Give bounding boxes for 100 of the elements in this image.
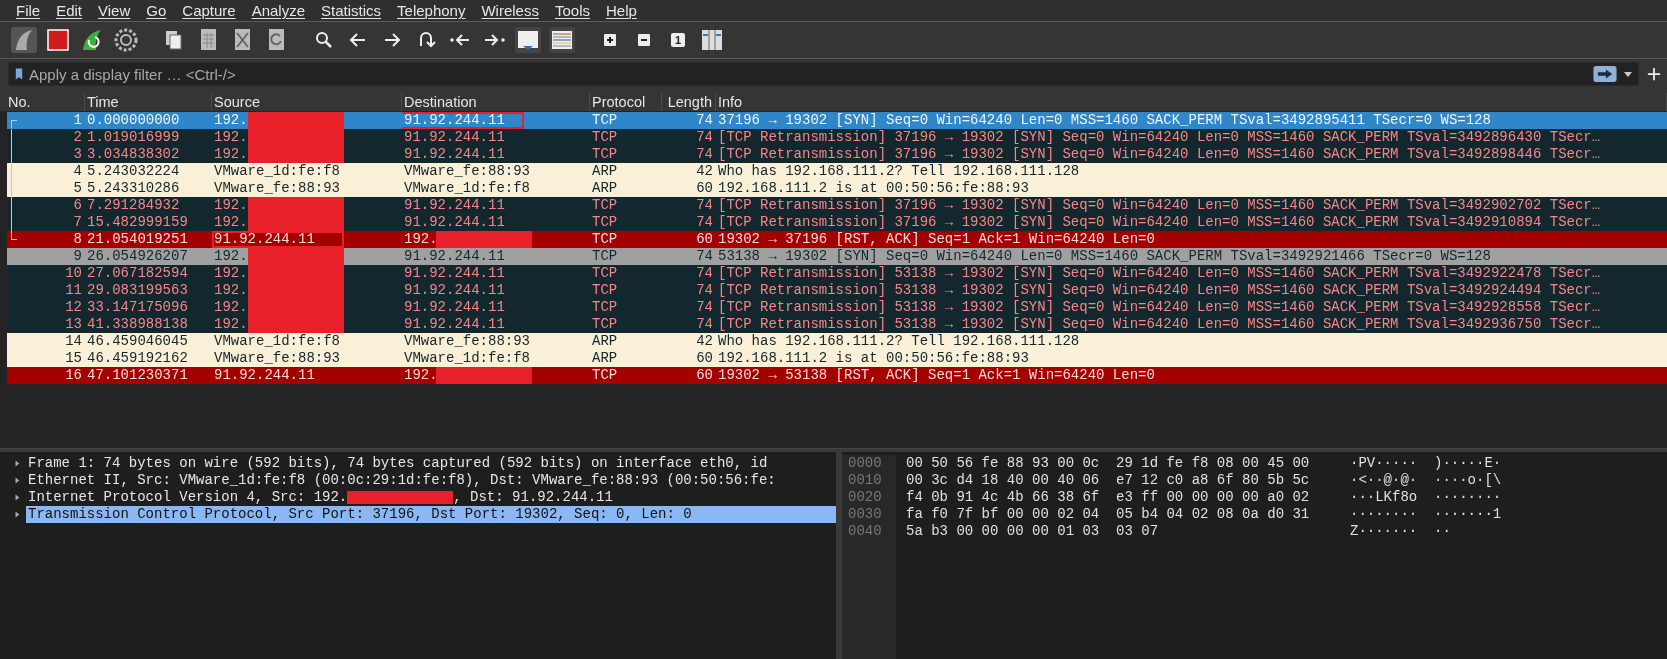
packet-row[interactable]: 9 26.054926207 192. 91.92.244.11 TCP 74 53138 → 19302 [SYN] Seq=0 Win=64240 Len=0 MSS=1460 SACK_PERM TSval=3492921466 TSecr=0 WS=128 — [7, 248, 1667, 265]
table-cell: 53138 → 19302 [SYN] Seq=0 Win=64240 Len=0 MSS=1460 SACK_PERM TSval=3492921466 TSecr=0 WS=128 — [718, 248, 1491, 264]
menu-item[interactable]: Analyze — [243, 1, 314, 20]
table-cell: VMware_1d:fe:f8 — [404, 180, 531, 196]
packet-row[interactable]: 1 0.000000000 192. 91.92.244.11 TCP 74 37196 → 19302 [SYN] Seq=0 Win=64240 Len=0 MSS=1460 SACK_PERM TSval=3492895411 TSecr=0 WS=128 — [7, 112, 1667, 129]
table-cell: 5.243032224 — [87, 163, 180, 179]
table-cell: 10 — [65, 265, 82, 281]
table-cell: 7 — [73, 214, 82, 230]
tree-item[interactable]: Transmission Control Protocol, Src Port: 37196, Dst Port: 19302, Seq: 0, Len: 0 — [26, 506, 836, 523]
column-header[interactable]: Length — [662, 93, 716, 111]
table-cell: 91.92.244.11 — [404, 112, 505, 128]
table-cell: 21.054019251 — [87, 231, 188, 247]
table-cell: 91.92.244.11 — [404, 214, 505, 230]
packet-row[interactable]: 12 33.147175096 192. 91.92.244.11 TCP 74 [TCP Retransmission] 53138 → 19302 [SYN] Seq=0 Win=64240 Len=0 MSS=1460 SACK_PERM TSval=3492928558 TSecr… — [7, 299, 1667, 316]
expand-triangle-icon[interactable] — [14, 460, 20, 467]
column-header[interactable]: Destination — [402, 93, 590, 111]
bookmark-icon[interactable] — [15, 67, 23, 81]
tree-item[interactable]: Ethernet II, Src: VMware_1d:fe:f8 (00:0c:29:1d:fe:f8), Dst: VMware_fe:88:93 (00:50:56:fe: — [26, 472, 778, 489]
table-cell: [TCP Retransmission] 53138 → 19302 [SYN] Seq=0 Win=64240 Len=0 MSS=1460 SACK_PERM TSval=3492928558 TSecr… — [718, 299, 1601, 315]
table-cell: 74 — [696, 265, 713, 281]
hex-bytes: fa f0 7f bf 00 00 02 04 05 b4 04 02 08 0a d0 31 — [906, 506, 1311, 523]
gear-icon[interactable] — [112, 26, 140, 54]
table-cell: 29.083199563 — [87, 282, 188, 298]
column-header[interactable]: Source — [212, 93, 402, 111]
column-header[interactable]: Info — [716, 93, 1667, 111]
packet-row[interactable]: 2 1.019016999 192. 91.92.244.11 TCP 74 [TCP Retransmission] 37196 → 19302 [SYN] Seq=0 Win=64240 Len=0 MSS=1460 SACK_PERM TSval=3492896430 TSecr… — [7, 129, 1667, 146]
expand-triangle-icon[interactable] — [14, 477, 20, 484]
table-cell: 91.92.244.11 — [404, 146, 505, 162]
packet-row[interactable]: 13 41.338988138 192. 91.92.244.11 TCP 74 [TCP Retransmission] 53138 → 19302 [SYN] Seq=0 Win=64240 Len=0 MSS=1460 SACK_PERM TSval=3492936750 TSecr… — [7, 316, 1667, 333]
menu-item[interactable]: Wireless — [473, 1, 547, 20]
table-cell: 91.92.244.11 — [404, 129, 505, 145]
table-cell: ARP — [592, 350, 618, 366]
packet-row[interactable]: 5 5.243310286 VMware_fe:88:93 VMware_1d:fe:f8 ARP 60 192.168.111.2 is at 00:50:56:fe:88:93 — [7, 180, 1667, 197]
packet-row[interactable]: 3 3.034838302 192. 91.92.244.11 TCP 74 [TCP Retransmission] 37196 → 19302 [SYN] Seq=0 Win=64240 Len=0 MSS=1460 SACK_PERM TSval=3492898446 TSecr… — [7, 146, 1667, 163]
table-cell: 26.054926207 — [87, 248, 188, 264]
table-cell: 42 — [696, 163, 713, 179]
filter-input[interactable]: Apply a display filter … <Ctrl-/> — [29, 65, 1586, 83]
tree-item[interactable]: Internet Protocol Version 4, Src: 192. , Dst: 91.92.244.11 — [26, 489, 615, 506]
table-cell: Who has 192.168.111.2? Tell 192.168.111.128 — [718, 333, 1080, 349]
display-filter-field[interactable]: Apply a display filter … <Ctrl-/> — [8, 62, 1639, 86]
byte-offset: 0010 — [848, 472, 883, 489]
table-cell: ARP — [592, 163, 618, 179]
packet-row[interactable]: 14 46.459046045 VMware_1d:fe:f8 VMware_fe:88:93 ARP 42 Who has 192.168.111.2? Tell 192.168.111.128 — [7, 333, 1667, 350]
table-cell: 74 — [696, 299, 713, 315]
table-cell: [TCP Retransmission] 53138 → 19302 [SYN] Seq=0 Win=64240 Len=0 MSS=1460 SACK_PERM TSval=3492922478 TSecr… — [718, 265, 1601, 281]
packet-row[interactable]: 11 29.083199563 192. 91.92.244.11 TCP 74 [TCP Retransmission] 53138 → 19302 [SYN] Seq=0 Win=64240 Len=0 MSS=1460 SACK_PERM TSval=3492924494 TSecr… — [7, 282, 1667, 299]
add-button-icon[interactable] — [1647, 67, 1661, 81]
table-cell: 1 — [73, 112, 82, 128]
packet-row[interactable]: 15 46.459192162 VMware_fe:88:93 VMware_1d:fe:f8 ARP 60 192.168.111.2 is at 00:50:56:fe:88:93 — [7, 350, 1667, 367]
tree-item[interactable]: Frame 1: 74 bytes on wire (592 bits), 74 bytes captured (592 bits) on interface eth0, id — [26, 455, 770, 472]
packet-row[interactable]: 6 7.291284932 192. 91.92.244.11 TCP 74 [TCP Retransmission] 37196 → 19302 [SYN] Seq=0 Win=64240 Len=0 MSS=1460 SACK_PERM TSval=3492902702 TSecr… — [7, 197, 1667, 214]
table-cell: 91.92.244.11 — [404, 197, 505, 213]
menu-item[interactable]: Help — [598, 1, 645, 20]
menu-item[interactable]: Tools — [546, 1, 598, 20]
table-cell: 1.019016999 — [87, 129, 180, 145]
table-cell: 14 — [65, 333, 82, 349]
menu-item[interactable]: Statistics — [313, 1, 390, 20]
table-cell: 2 — [73, 129, 82, 145]
menu-item[interactable]: Go — [138, 1, 175, 20]
hex-bytes: 00 50 56 fe 88 93 00 0c 29 1d fe f8 08 00 45 00 — [906, 455, 1311, 472]
colored-lines-icon[interactable] — [548, 26, 576, 54]
expand-triangle-icon[interactable] — [14, 511, 20, 518]
table-cell: TCP — [592, 367, 618, 383]
dropdown-caret-icon[interactable] — [1624, 71, 1632, 77]
menu-item[interactable]: Telephony — [389, 1, 474, 20]
table-cell: 192. — [214, 282, 248, 298]
table-cell: 192. — [214, 316, 248, 332]
table-cell: 192. — [214, 265, 248, 281]
table-cell: [TCP Retransmission] 37196 → 19302 [SYN] Seq=0 Win=64240 Len=0 MSS=1460 SACK_PERM TSval=3492902702 TSecr… — [718, 197, 1601, 213]
column-header[interactable]: Protocol — [590, 93, 662, 111]
menu-item[interactable]: Edit — [48, 1, 91, 20]
table-cell: 13 — [65, 316, 82, 332]
table-cell: 41.338988138 — [87, 316, 188, 332]
table-cell: 19302 → 37196 [RST, ACK] Seq=1 Ack=1 Win=64240 Len=0 — [718, 231, 1155, 247]
expand-triangle-icon[interactable] — [14, 494, 20, 501]
table-cell: 19302 → 53138 [RST, ACK] Seq=1 Ack=1 Win=64240 Len=0 — [718, 367, 1155, 383]
table-cell: [TCP Retransmission] 37196 → 19302 [SYN] Seq=0 Win=64240 Len=0 MSS=1460 SACK_PERM TSval=3492898446 TSecr… — [718, 146, 1601, 162]
menu-item[interactable]: Capture — [174, 1, 244, 20]
packet-row[interactable]: 7 15.482999159 192. 91.92.244.11 TCP 74 [TCP Retransmission] 37196 → 19302 [SYN] Seq=0 Win=64240 Len=0 MSS=1460 SACK_PERM TSval=3492910894 TSecr… — [7, 214, 1667, 231]
menu-item[interactable]: View — [90, 1, 139, 20]
shark-fin-icon[interactable] — [10, 26, 38, 54]
stop-icon[interactable] — [44, 26, 72, 54]
table-cell: TCP — [592, 316, 618, 332]
table-cell: 74 — [696, 197, 713, 213]
packet-row[interactable]: 8 21.054019251 91.92.244.11 192. TCP 60 19302 → 37196 [RST, ACK] Seq=1 Ack=1 Win=64240 Len=0 — [7, 231, 1667, 248]
table-cell: TCP — [592, 299, 618, 315]
byte-offset: 0040 — [848, 523, 883, 540]
table-cell: VMware_fe:88:93 — [214, 350, 341, 366]
table-cell: 192. — [404, 367, 438, 383]
table-cell: 46.459192162 — [87, 350, 188, 366]
normal-size-button[interactable]: 1 — [671, 33, 685, 47]
column-header[interactable]: Time — [85, 93, 212, 111]
packet-row[interactable]: 16 47.101230371 91.92.244.11 192. TCP 60 19302 → 53138 [RST, ACK] Seq=1 Ack=1 Win=64240 Len=0 — [7, 367, 1667, 384]
table-cell: TCP — [592, 265, 618, 281]
table-cell: TCP — [592, 129, 618, 145]
packet-row[interactable]: 4 5.243032224 VMware_1d:fe:f8 VMware_fe:88:93 ARP 42 Who has 192.168.111.2? Tell 192.168.111.128 — [7, 163, 1667, 180]
menu-item[interactable]: File — [8, 1, 49, 20]
column-header[interactable]: No. — [0, 93, 85, 111]
packet-row[interactable]: 10 27.067182594 192. 91.92.244.11 TCP 74 [TCP Retransmission] 53138 → 19302 [SYN] Seq=0 Win=64240 Len=0 MSS=1460 SACK_PERM TSval=3492922478 TSecr… — [7, 265, 1667, 282]
autoscroll-icon[interactable] — [514, 26, 542, 54]
